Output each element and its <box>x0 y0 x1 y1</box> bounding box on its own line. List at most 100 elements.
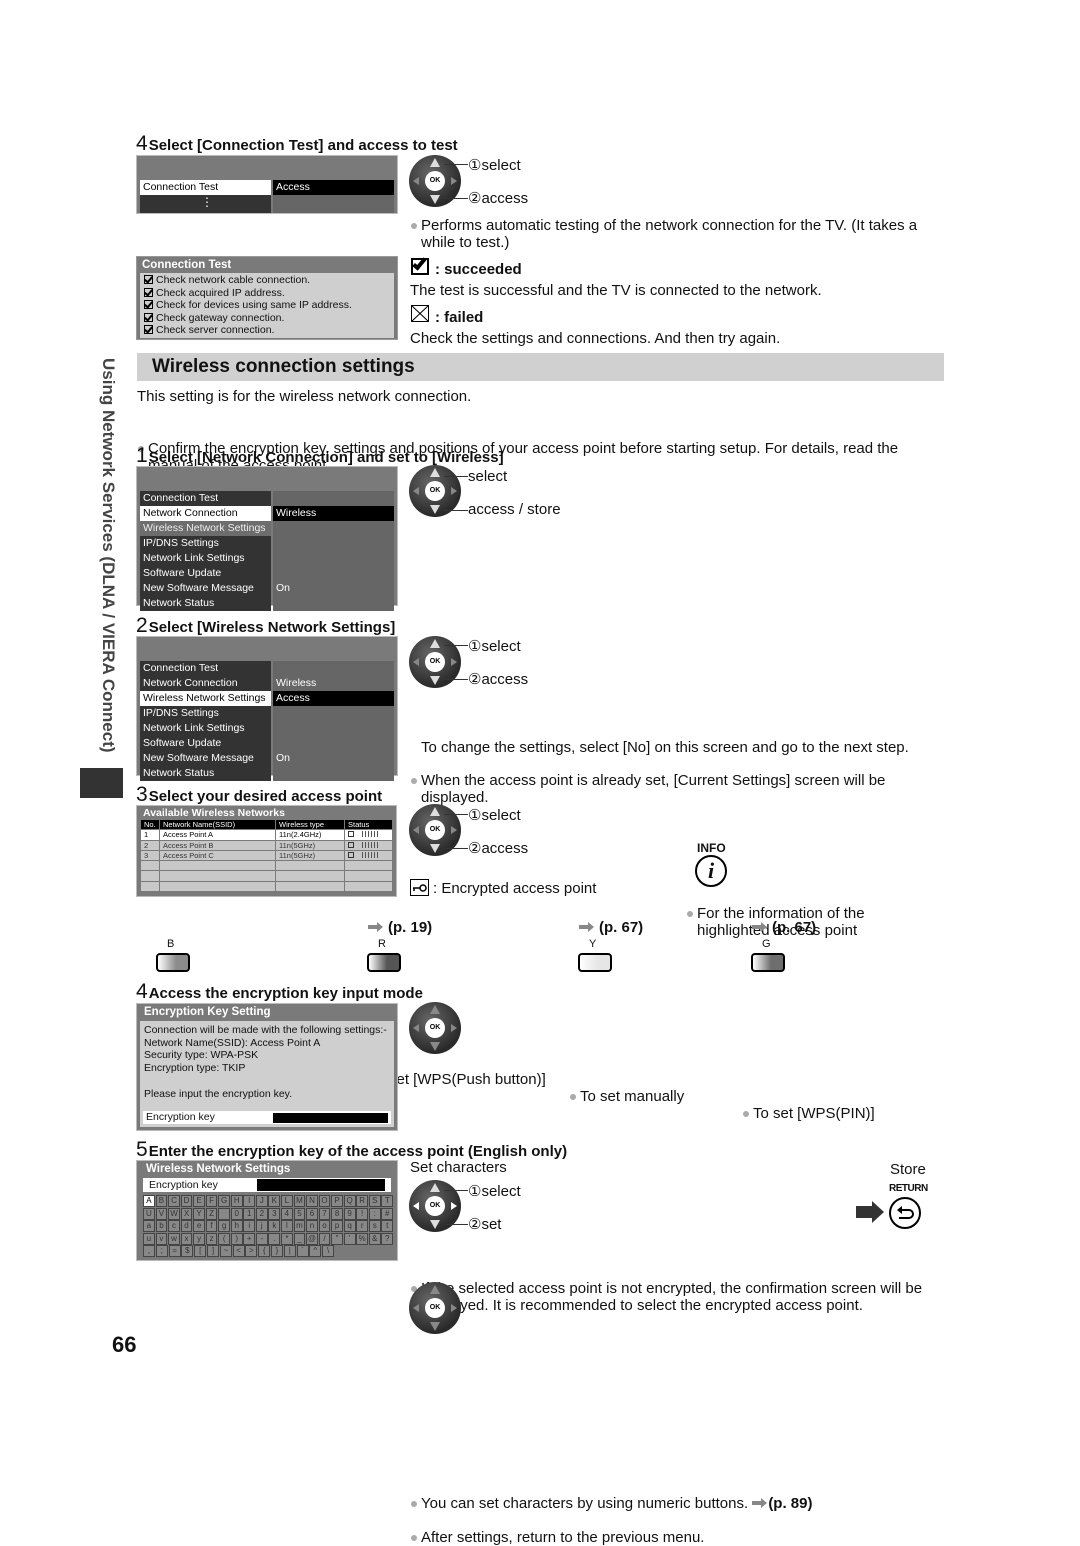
keyboard-key[interactable]: y <box>193 1232 205 1245</box>
keyboard-key[interactable]: W <box>168 1207 180 1220</box>
menu-row[interactable]: Software Update <box>140 736 394 751</box>
menu-row[interactable]: Network Link Settings <box>140 721 394 736</box>
keyboard-key[interactable]: k <box>268 1220 281 1232</box>
keyboard-key[interactable]: g <box>218 1220 231 1232</box>
menu-row[interactable]: New Software Message On <box>140 581 394 596</box>
keyboard-key[interactable]: > <box>245 1245 258 1257</box>
keyboard-key[interactable]: Q <box>343 1195 356 1207</box>
keyboard-key[interactable]: ! <box>356 1207 369 1220</box>
keyboard-key[interactable]: p <box>331 1220 343 1232</box>
keyboard-key[interactable]: v <box>155 1232 168 1245</box>
keyboard-key[interactable]: ? <box>381 1232 394 1245</box>
keyboard-key[interactable]: 7 <box>318 1207 331 1220</box>
page-ref-link[interactable]: (p. 89) <box>768 1495 812 1512</box>
page-ref-link[interactable]: (p. 67) <box>579 919 643 936</box>
keyboard-key[interactable]: ] <box>206 1245 219 1257</box>
keyboard-key[interactable]: { <box>258 1245 271 1257</box>
keyboard-key[interactable]: L <box>281 1195 293 1207</box>
keyboard-key[interactable]: . <box>268 1232 281 1245</box>
keyboard-key[interactable]: C <box>168 1195 180 1207</box>
menu-row[interactable]: Connection Test <box>140 661 394 676</box>
keyboard-key[interactable]: F <box>205 1195 218 1207</box>
keyboard-key[interactable]: 5 <box>293 1207 306 1220</box>
keyboard-key[interactable]: * <box>281 1232 293 1245</box>
keyboard-key[interactable]: ( <box>218 1232 231 1245</box>
keyboard-key[interactable]: - <box>255 1232 268 1245</box>
keyboard-key[interactable]: " <box>331 1232 343 1245</box>
keyboard-key[interactable]: Y <box>193 1207 205 1220</box>
encryption-key-field[interactable]: Encryption key <box>143 1178 391 1192</box>
keyboard-key[interactable]: N <box>306 1195 318 1207</box>
menu-row[interactable]: Network Connection Wireless <box>140 506 394 521</box>
keyboard-key[interactable]: + <box>243 1232 256 1245</box>
keyboard-key[interactable]: G <box>218 1195 231 1207</box>
keyboard-key[interactable]: = <box>168 1245 181 1257</box>
keyboard-key[interactable]: 9 <box>343 1207 356 1220</box>
keyboard-key[interactable]: q <box>343 1220 356 1232</box>
keyboard-key[interactable]: d <box>180 1220 193 1232</box>
keyboard-key[interactable]: # <box>381 1207 394 1220</box>
keyboard-key[interactable]: ) <box>230 1232 243 1245</box>
keyboard-key[interactable]: A <box>143 1195 155 1207</box>
keyboard-key[interactable]: % <box>356 1232 369 1245</box>
keyboard-key[interactable]: 1 <box>243 1207 256 1220</box>
keyboard-key[interactable]: 4 <box>281 1207 293 1220</box>
keyboard-key[interactable]: V <box>155 1207 168 1220</box>
menu-row[interactable]: Network Status <box>140 766 394 781</box>
menu-row[interactable]: Wireless Network Settings Access <box>140 691 394 706</box>
keyboard-key[interactable]: ' <box>343 1232 356 1245</box>
keyboard-key[interactable]: w <box>168 1232 180 1245</box>
keyboard-key[interactable]: R <box>356 1195 369 1207</box>
keyboard-key[interactable]: J <box>255 1195 268 1207</box>
menu-row[interactable]: Network Connection Wireless <box>140 676 394 691</box>
menu-row[interactable]: Wireless Network Settings <box>140 521 394 536</box>
keyboard-key[interactable]: a <box>143 1220 155 1232</box>
keyboard-key[interactable]: 8 <box>331 1207 343 1220</box>
keyboard-key[interactable]: u <box>143 1232 155 1245</box>
keyboard-key[interactable]: j <box>255 1220 268 1232</box>
network-row[interactable]: 1 Access Point A 11n(2.4GHz) <box>141 830 392 841</box>
keyboard-key[interactable]: _ <box>293 1232 306 1245</box>
color-button-g[interactable] <box>751 953 785 972</box>
keyboard-key[interactable]: ~ <box>219 1245 232 1257</box>
keyboard-key[interactable]: O <box>318 1195 331 1207</box>
keyboard-key[interactable]: 2 <box>255 1207 268 1220</box>
menu-row[interactable]: Connection Test Access <box>140 180 394 195</box>
keyboard-key[interactable]: M <box>293 1195 306 1207</box>
keyboard-key[interactable]: c <box>168 1220 180 1232</box>
keyboard-key[interactable] <box>218 1207 231 1220</box>
menu-row[interactable]: IP/DNS Settings <box>140 706 394 721</box>
keyboard-key[interactable]: 6 <box>306 1207 318 1220</box>
page-ref-link[interactable]: (p. 67) <box>752 919 816 936</box>
keyboard-key[interactable]: I <box>243 1195 256 1207</box>
keyboard-key[interactable]: K <box>268 1195 281 1207</box>
keyboard-key[interactable]: @ <box>306 1232 318 1245</box>
keyboard-key[interactable]: ; <box>155 1245 168 1257</box>
keyboard-key[interactable]: r <box>356 1220 369 1232</box>
menu-row[interactable]: Network Status <box>140 596 394 611</box>
menu-row[interactable]: IP/DNS Settings <box>140 536 394 551</box>
keyboard-key[interactable]: $ <box>181 1245 194 1257</box>
page-ref-link[interactable]: (p. 19) <box>368 919 432 936</box>
menu-row[interactable]: Network Link Settings <box>140 551 394 566</box>
menu-row[interactable]: New Software Message On <box>140 751 394 766</box>
keyboard-key[interactable]: l <box>281 1220 293 1232</box>
keyboard-key[interactable]: E <box>193 1195 205 1207</box>
keyboard-key[interactable]: & <box>368 1232 381 1245</box>
keyboard-key[interactable]: < <box>232 1245 245 1257</box>
keyboard-key[interactable]: e <box>193 1220 205 1232</box>
keyboard-key[interactable]: X <box>180 1207 193 1220</box>
keyboard-key[interactable]: : <box>368 1207 381 1220</box>
color-button-y[interactable] <box>578 953 612 972</box>
keyboard-key[interactable]: H <box>230 1195 243 1207</box>
keyboard-key[interactable]: / <box>318 1232 331 1245</box>
keyboard-key[interactable]: ^ <box>309 1245 322 1257</box>
keyboard-key[interactable]: h <box>230 1220 243 1232</box>
keyboard-key[interactable]: i <box>243 1220 256 1232</box>
keyboard-key[interactable]: | <box>283 1245 296 1257</box>
keyboard-key[interactable]: } <box>270 1245 283 1257</box>
keyboard-key[interactable]: D <box>180 1195 193 1207</box>
keyboard-key[interactable]: [ <box>194 1245 207 1257</box>
network-row[interactable]: 2 Access Point B 11n(5GHz) <box>141 840 392 851</box>
keyboard-key[interactable]: b <box>155 1220 168 1232</box>
